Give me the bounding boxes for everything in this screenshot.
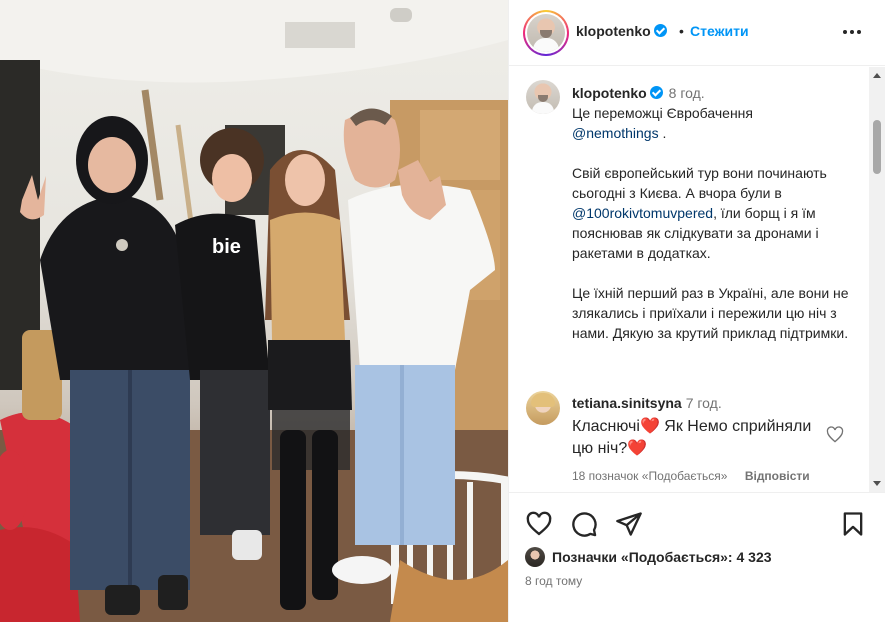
liker-avatar (525, 547, 545, 567)
red-heart-emoji: ❤️ (639, 418, 660, 435)
action-bar: Позначки «Подобається»: 4 323 8 год тому (509, 492, 885, 622)
separator-dot: • (679, 23, 684, 39)
scrollbar-thumb[interactable] (873, 120, 881, 174)
caption-time: 8 год. (668, 85, 705, 101)
scroll-down-arrow-icon[interactable] (873, 481, 881, 486)
scrollbar[interactable] (869, 67, 885, 492)
comment: tetiana.sinitsyna 7 год. Класнючі❤️ Як Не… (572, 393, 822, 460)
commenter-username[interactable]: tetiana.sinitsyna (572, 395, 682, 411)
comment-text: Класнючі❤️ Як Немо сприйняли цю ніч?❤️ (572, 418, 812, 457)
comments-scroll-area[interactable]: klopotenko 8 год. Це переможці Євробаченн… (509, 67, 885, 492)
likes-count[interactable]: Позначки «Подобається»: 4 323 (552, 549, 772, 565)
comment-icon[interactable] (570, 510, 598, 538)
paper-plane-icon[interactable] (615, 510, 643, 538)
follow-button[interactable]: Стежити (690, 23, 749, 39)
caption-paragraph-2: Свій європейський тур вони починають сьо… (572, 165, 827, 261)
post-photo[interactable]: bie (0, 0, 508, 622)
more-options-button[interactable] (839, 19, 865, 45)
comment-like-heart-icon[interactable] (825, 425, 845, 445)
post-header: klopotenko • Стежити (509, 0, 885, 66)
post-timestamp: 8 год тому (525, 574, 583, 588)
scroll-up-arrow-icon[interactable] (873, 73, 881, 78)
verified-badge-icon (649, 86, 663, 99)
heart-icon[interactable] (525, 510, 553, 538)
mention-nemothings[interactable]: @nemothings (572, 125, 659, 141)
author-avatar[interactable] (523, 10, 569, 56)
caption-author-avatar[interactable] (526, 80, 560, 114)
caption-username[interactable]: klopotenko (572, 85, 647, 101)
likes-summary[interactable]: Позначки «Подобається»: 4 323 (525, 546, 772, 568)
commenter-avatar[interactable] (526, 391, 560, 425)
red-heart-emoji: ❤️ (627, 440, 648, 457)
caption-line-1: Це переможці Євробачення (572, 105, 753, 121)
comment-likes-count[interactable]: 18 позначок «Подобається» (572, 469, 727, 483)
ellipsis-icon (843, 30, 847, 34)
photo-illustration: bie (0, 0, 508, 622)
comment-time: 7 год. (685, 395, 722, 411)
bookmark-icon[interactable] (839, 510, 867, 538)
verified-badge-icon (653, 24, 667, 37)
post-panel: klopotenko • Стежити klopotenko 8 год. Це… (508, 0, 885, 622)
comment-meta: 18 позначок «Подобається» Відповісти (572, 469, 824, 483)
reply-button[interactable]: Відповісти (745, 469, 810, 483)
svg-text:bie: bie (212, 236, 241, 258)
mention-100rokivtomuvpered[interactable]: @100rokivtomuvpered (572, 205, 713, 221)
post-caption: klopotenko 8 год. Це переможці Євробаченн… (572, 83, 864, 343)
caption-paragraph-3: Це їхній перший раз в Україні, але вони … (572, 285, 849, 341)
author-username-header[interactable]: klopotenko (576, 23, 667, 39)
